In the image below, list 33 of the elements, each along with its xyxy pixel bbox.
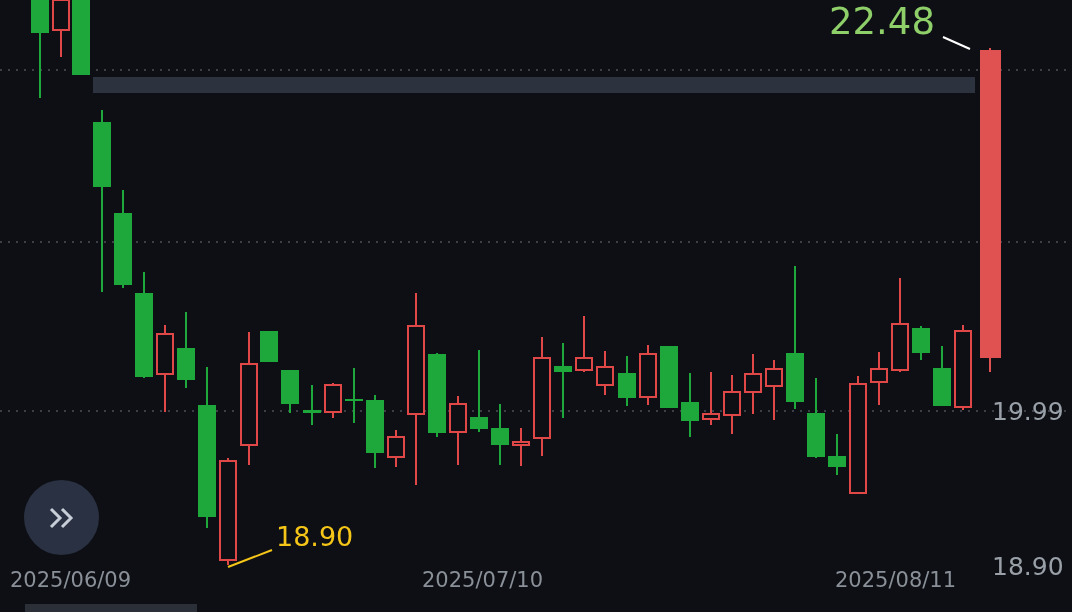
candlestick bbox=[260, 330, 278, 363]
candlestick bbox=[575, 315, 593, 373]
candlestick bbox=[870, 351, 888, 406]
candlestick bbox=[387, 429, 405, 468]
date-axis-label: 2025/07/10 bbox=[422, 569, 544, 593]
candlestick bbox=[744, 353, 762, 415]
scrollbar[interactable] bbox=[25, 604, 197, 612]
candlestick bbox=[303, 384, 321, 426]
candlestick bbox=[912, 325, 930, 361]
candlestick bbox=[702, 371, 720, 426]
candlestick bbox=[765, 359, 783, 421]
date-axis-label: 2025/08/11 bbox=[835, 569, 957, 593]
candlestick bbox=[512, 427, 530, 467]
candlestick bbox=[618, 355, 636, 407]
leader-line bbox=[227, 549, 273, 568]
candlestick bbox=[828, 433, 846, 476]
price-axis-label: 18.90 bbox=[992, 553, 1064, 581]
candlestick bbox=[491, 403, 509, 466]
candlestick bbox=[449, 395, 467, 466]
candlestick bbox=[281, 369, 299, 414]
high-price-label: 22.48 bbox=[829, 2, 935, 43]
candlestick bbox=[660, 345, 678, 409]
candlestick bbox=[723, 374, 741, 435]
candlestick bbox=[324, 382, 342, 419]
low-price-label: 18.90 bbox=[276, 522, 354, 552]
leader-line bbox=[942, 36, 971, 50]
date-axis-label: 2025/06/09 bbox=[10, 569, 132, 593]
candlestick bbox=[681, 372, 699, 438]
candlestick bbox=[345, 367, 363, 424]
candlestick bbox=[639, 344, 657, 406]
candlestick bbox=[933, 345, 951, 407]
price-axis-label: 19.99 bbox=[992, 398, 1064, 426]
candlestick bbox=[596, 350, 614, 396]
